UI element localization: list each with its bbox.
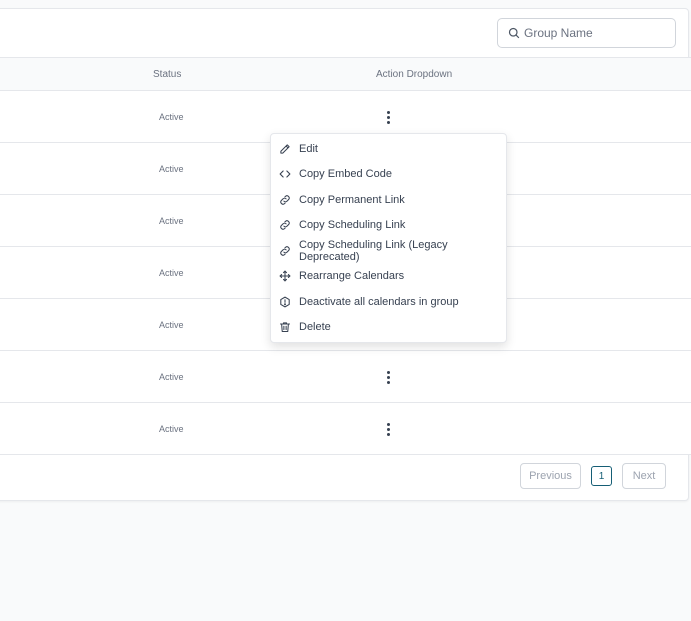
page-1-button[interactable]: 1: [591, 466, 612, 486]
status-text: Active: [159, 268, 184, 278]
menu-item-edit[interactable]: Edit: [279, 139, 503, 159]
group-search-field[interactable]: [497, 18, 676, 48]
status-text: Active: [159, 424, 184, 434]
link-icon: [279, 219, 291, 231]
menu-item-label: Copy Permanent Link: [299, 194, 405, 206]
table-row: Active: [0, 351, 691, 403]
menu-item-deactivate-all[interactable]: Deactivate all calendars in group: [279, 292, 503, 312]
menu-item-copy-scheduling-link-legacy[interactable]: Copy Scheduling Link (Legacy Deprecated): [279, 239, 503, 263]
action-menu-button[interactable]: [381, 420, 395, 438]
menu-item-copy-scheduling-link[interactable]: Copy Scheduling Link: [279, 215, 503, 235]
status-column-header: Status: [153, 69, 182, 80]
menu-item-label: Edit: [299, 143, 318, 155]
next-page-button[interactable]: Next: [622, 463, 666, 489]
status-text: Active: [159, 372, 184, 382]
menu-item-label: Rearrange Calendars: [299, 270, 405, 282]
kebab-icon: [386, 370, 390, 374]
status-text: Active: [159, 216, 184, 226]
kebab-icon: [386, 422, 390, 426]
pencil-icon: [279, 143, 291, 155]
table-header: Status Action Dropdown: [0, 57, 691, 91]
search-input[interactable]: [524, 26, 664, 40]
link-icon: [279, 245, 291, 257]
status-text: Active: [159, 320, 184, 330]
code-icon: [279, 168, 291, 180]
menu-item-label: Copy Embed Code: [299, 168, 392, 180]
menu-item-rearrange-calendars[interactable]: Rearrange Calendars: [279, 266, 503, 286]
kebab-icon: [386, 110, 390, 114]
trash-icon: [279, 321, 291, 333]
status-text: Active: [159, 164, 184, 174]
table-row: Active: [0, 403, 691, 455]
search-icon: [508, 27, 520, 39]
menu-item-label: Copy Scheduling Link (Legacy Deprecated): [299, 239, 448, 263]
menu-item-copy-permanent-link[interactable]: Copy Permanent Link: [279, 190, 503, 210]
menu-item-label: Copy Scheduling Link: [299, 219, 406, 231]
action-menu-button[interactable]: [381, 108, 395, 126]
previous-page-button[interactable]: Previous: [520, 463, 581, 489]
menu-item-label: Delete: [299, 321, 331, 333]
hexagon-icon: [279, 296, 291, 308]
menu-item-delete[interactable]: Delete: [279, 317, 503, 337]
action-column-header: Action Dropdown: [376, 69, 453, 80]
menu-item-label: Deactivate all calendars in group: [299, 296, 459, 308]
move-icon: [279, 270, 291, 282]
menu-item-copy-embed-code[interactable]: Copy Embed Code: [279, 164, 503, 184]
status-text: Active: [159, 112, 184, 122]
action-dropdown-menu: Edit Copy Embed Code Copy Permanent Link…: [270, 133, 507, 343]
action-menu-button[interactable]: [381, 368, 395, 386]
link-icon: [279, 194, 291, 206]
